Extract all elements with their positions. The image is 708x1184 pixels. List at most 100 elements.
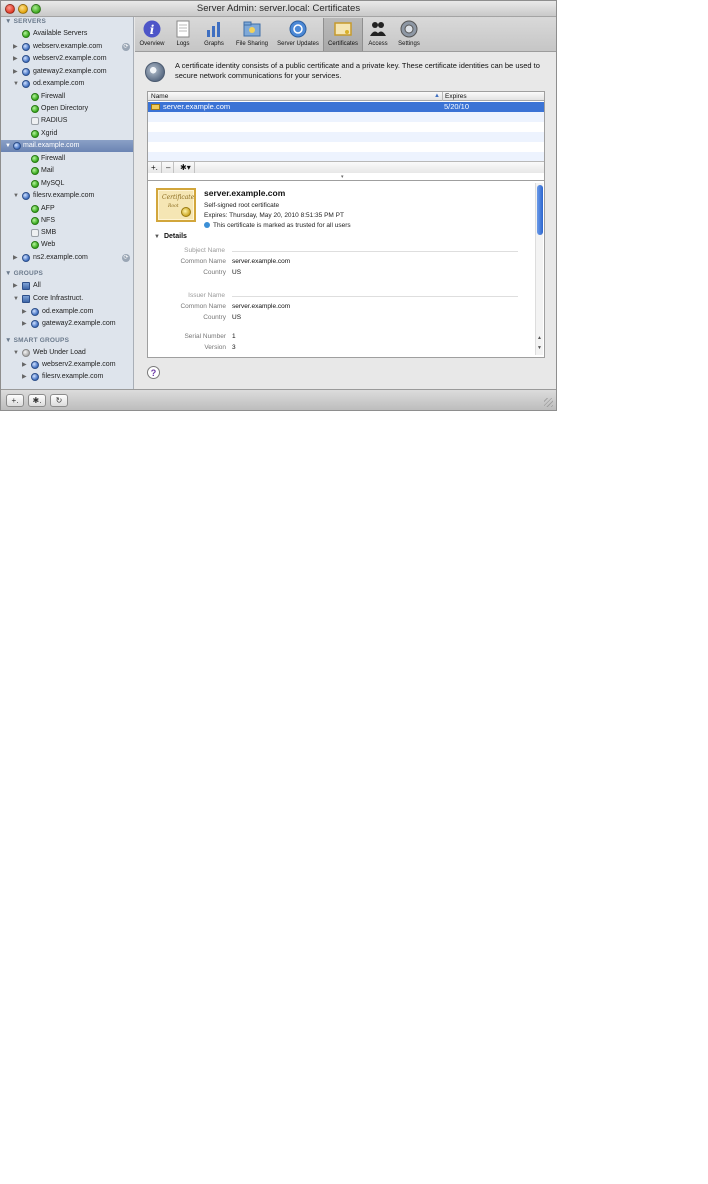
sidebar-item-smart-filesrv[interactable]: ▶ filesrv.example.com	[1, 371, 133, 383]
sidebar-item-nfs[interactable]: NFS	[1, 215, 133, 227]
serial-number-row: Serial Number 1	[184, 333, 236, 340]
sidebar-item-od[interactable]: ▼ od.example.com	[1, 78, 133, 90]
sidebar-item-web-under-load[interactable]: ▼ Web Under Load	[1, 347, 133, 359]
table-row-empty	[148, 122, 544, 132]
certificate-image: Certificate Root	[156, 188, 196, 222]
toolbar-access-button[interactable]: Access	[365, 18, 391, 51]
disclosure-triangle-open-icon[interactable]: ▼	[13, 190, 19, 202]
server-icon	[22, 55, 30, 63]
sidebar-item-group-core[interactable]: ▼ Core Infrastruct.	[1, 293, 133, 305]
sidebar-item-xgrid[interactable]: Xgrid	[1, 128, 133, 140]
server-updates-icon	[289, 20, 307, 38]
bottom-bar: +. ✱. ↻	[1, 389, 556, 410]
divider	[232, 296, 518, 297]
certificate-title: server.example.com	[204, 188, 286, 198]
toolbar-graphs-button[interactable]: Graphs	[199, 18, 229, 51]
column-header-name[interactable]: Name	[151, 92, 168, 101]
server-admin-window: Server Admin: server.local: Certificates…	[0, 0, 557, 411]
toolbar-settings-button[interactable]: Settings	[395, 18, 423, 51]
table-row-empty	[148, 112, 544, 122]
sync-icon[interactable]: ⟳	[122, 254, 130, 262]
sidebar-item-group-all[interactable]: ▶ All	[1, 280, 133, 292]
action-menu-button[interactable]: ✱.	[28, 394, 46, 407]
scrollbar-thumb[interactable]	[537, 185, 543, 235]
table-footer: +. – ✱▾	[148, 161, 544, 173]
disclosure-triangle-icon[interactable]: ▶	[13, 280, 18, 292]
disclosure-triangle-icon[interactable]: ▶	[13, 66, 18, 78]
sidebar-item-webserv[interactable]: ▶ webserv.example.com ⟳	[1, 41, 133, 53]
certificates-description: A certificate identity consists of a pub…	[175, 61, 540, 80]
sync-icon[interactable]: ⟳	[122, 43, 130, 51]
disclosure-triangle-icon[interactable]: ▶	[22, 318, 27, 330]
trusted-icon	[204, 222, 210, 229]
sidebar-item-available-servers[interactable]: Available Servers	[1, 28, 133, 40]
resize-grip-icon[interactable]	[544, 398, 553, 407]
sidebar-item-smart-webserv2[interactable]: ▶ webserv2.example.com	[1, 359, 133, 371]
sidebar-item-smb[interactable]: SMB	[1, 227, 133, 239]
service-running-icon	[31, 167, 39, 175]
refresh-button[interactable]: ↻	[50, 394, 68, 407]
sidebar-item-radius[interactable]: RADIUS	[1, 115, 133, 127]
disclosure-triangle-open-icon[interactable]: ▼	[13, 293, 19, 305]
sidebar-item-mail-server[interactable]: ▼ mail.example.com	[1, 140, 133, 152]
help-button[interactable]: ?	[147, 366, 160, 379]
server-icon	[22, 68, 30, 76]
sidebar-item-filesrv[interactable]: ▼ filesrv.example.com	[1, 190, 133, 202]
toolbar-file-sharing-button[interactable]: File Sharing	[233, 18, 271, 51]
gear-icon	[145, 62, 165, 82]
title-bar[interactable]: Server Admin: server.local: Certificates	[1, 1, 556, 17]
issuer-common-name-row: Common Name server.example.com	[180, 303, 291, 310]
toolbar-certificates-button[interactable]: Certificates	[323, 18, 363, 51]
server-icon	[31, 373, 39, 381]
logs-icon	[176, 20, 190, 38]
group-icon	[22, 282, 30, 290]
toolbar-overview-button[interactable]: i Overview	[137, 18, 167, 51]
servers-heading[interactable]: ▼ SERVERS	[5, 18, 46, 25]
disclosure-triangle-open-icon[interactable]: ▼	[13, 78, 19, 90]
server-icon	[22, 254, 30, 262]
graphs-icon	[207, 22, 220, 37]
add-certificate-button[interactable]: +.	[148, 162, 162, 173]
remove-certificate-button[interactable]: –	[163, 162, 175, 173]
smart-groups-heading[interactable]: ▼ SMART GROUPS	[5, 337, 69, 344]
column-header-expires[interactable]: Expires	[442, 92, 467, 101]
disclosure-triangle-icon[interactable]: ▶	[22, 371, 27, 383]
sidebar-item-ns2[interactable]: ▶ ns2.example.com ⟳	[1, 252, 133, 264]
settings-icon	[400, 20, 418, 38]
sidebar-item-mail-firewall[interactable]: Firewall	[1, 153, 133, 165]
disclosure-triangle-open-icon[interactable]: ▼	[5, 140, 11, 152]
table-row-empty	[148, 142, 544, 152]
sidebar-item-web[interactable]: Web	[1, 239, 133, 251]
disclosure-triangle-icon[interactable]: ▶	[13, 53, 18, 65]
toolbar-logs-button[interactable]: Logs	[171, 18, 195, 51]
service-running-icon	[31, 93, 39, 101]
table-row[interactable]: server.example.com 5/20/10	[148, 102, 544, 112]
scroll-down-arrow-icon[interactable]: ▼	[537, 345, 542, 351]
service-running-icon	[31, 217, 39, 225]
disclosure-triangle-icon[interactable]: ▶	[22, 359, 27, 371]
service-stopped-icon	[31, 117, 39, 125]
detail-scrollbar[interactable]: ▲ ▼	[535, 183, 543, 355]
sidebar-item-mysql[interactable]: MySQL	[1, 178, 133, 190]
groups-heading[interactable]: ▼ GROUPS	[5, 270, 43, 277]
disclosure-triangle-icon[interactable]: ▶	[13, 252, 18, 264]
sidebar-item-group-gateway2[interactable]: ▶ gateway2.example.com	[1, 318, 133, 330]
scroll-up-arrow-icon[interactable]: ▲	[537, 335, 542, 341]
sidebar-item-webserv2[interactable]: ▶ webserv2.example.com	[1, 53, 133, 65]
subject-country-row: Country US	[203, 269, 242, 276]
sidebar-item-group-od[interactable]: ▶ od.example.com	[1, 306, 133, 318]
sidebar-item-gateway2[interactable]: ▶ gateway2.example.com	[1, 66, 133, 78]
toolbar-server-updates-button[interactable]: Server Updates	[275, 18, 321, 51]
sidebar-item-od-firewall[interactable]: Firewall	[1, 91, 133, 103]
certificate-expires: Expires: Thursday, May 20, 2010 8:51:35 …	[204, 212, 344, 219]
sidebar-item-mail[interactable]: Mail	[1, 165, 133, 177]
disclosure-triangle-icon[interactable]: ▶	[22, 306, 27, 318]
certificate-action-menu[interactable]: ✱▾	[177, 162, 195, 173]
sidebar-item-afp[interactable]: AFP	[1, 203, 133, 215]
disclosure-triangle-icon[interactable]: ▶	[13, 41, 18, 53]
details-disclosure[interactable]: ▼ Details	[154, 233, 187, 240]
add-server-button[interactable]: +.	[6, 394, 24, 407]
sidebar-item-open-directory[interactable]: Open Directory	[1, 103, 133, 115]
disclosure-triangle-open-icon[interactable]: ▼	[13, 347, 19, 359]
smart-group-icon	[22, 349, 30, 357]
